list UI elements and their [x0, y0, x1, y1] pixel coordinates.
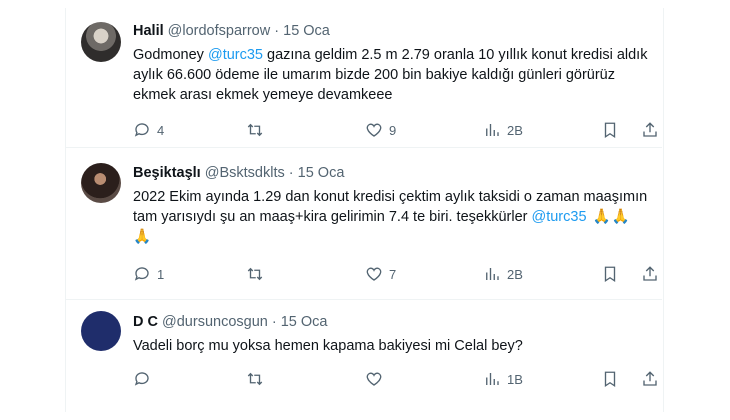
tweet[interactable]: Beşiktaşlı @Bsktsdklts · 15 Oca 2022 Eki…: [65, 147, 662, 300]
bookmark-button[interactable]: [601, 369, 619, 389]
action-bar: 1 7 2B: [133, 264, 657, 284]
reply-icon: [134, 267, 149, 281]
tweet-header: Beşiktaşlı @Bsktsdklts · 15 Oca: [133, 165, 344, 181]
share-icon: [643, 122, 657, 137]
like-count: 7: [389, 266, 397, 282]
avatar[interactable]: [81, 22, 121, 62]
separator-dot: ·: [271, 314, 277, 330]
display-name[interactable]: Halil: [133, 23, 164, 39]
like-button[interactable]: 9: [365, 120, 396, 140]
views-icon: [486, 373, 499, 385]
views-count: 2B: [507, 266, 523, 282]
mention-link[interactable]: @turc35: [532, 209, 587, 225]
retweet-icon: [247, 267, 263, 281]
tweet[interactable]: D C @dursuncosgun · 15 Oca Vadeli borç m…: [65, 299, 662, 412]
display-name[interactable]: Beşiktaşlı: [133, 165, 201, 181]
reply-button[interactable]: 4: [133, 120, 164, 140]
tweet-date[interactable]: 15 Oca: [281, 314, 328, 330]
like-button[interactable]: 7: [365, 264, 396, 284]
reply-icon: [134, 372, 149, 386]
bookmark-button[interactable]: [601, 120, 619, 140]
bookmark-button[interactable]: [601, 264, 619, 284]
like-button[interactable]: [365, 369, 389, 389]
retweet-button[interactable]: [246, 264, 270, 284]
views-icon: [486, 268, 499, 280]
views-count: 2B: [507, 122, 523, 138]
views-button[interactable]: 2B: [483, 264, 523, 284]
display-name[interactable]: D C: [133, 314, 158, 330]
views-count: 1B: [507, 371, 523, 387]
separator-dot: ·: [274, 23, 280, 39]
like-icon: [366, 372, 382, 386]
action-bar: 4 9 2B: [133, 120, 657, 140]
tweet-text-part: Vadeli borç mu yoksa hemen kapama bakiye…: [133, 338, 523, 354]
tweet-text-part: Godmoney: [133, 47, 208, 63]
reply-button[interactable]: [133, 369, 157, 389]
share-button[interactable]: [641, 369, 659, 389]
reply-count: 1: [157, 266, 165, 282]
user-handle[interactable]: @Bsktsdklts: [205, 165, 285, 181]
retweet-icon: [247, 372, 263, 386]
tweet-date[interactable]: 15 Oca: [298, 165, 345, 181]
retweet-icon: [247, 123, 263, 137]
action-bar: 1B: [133, 369, 657, 389]
like-icon: [366, 123, 382, 137]
share-icon: [643, 266, 657, 281]
like-count: 9: [389, 122, 397, 138]
views-button[interactable]: 2B: [483, 120, 523, 140]
mention-link[interactable]: @turc35: [208, 47, 263, 63]
tweet-header: Halil @lordofsparrow · 15 Oca: [133, 23, 330, 39]
bookmark-icon: [604, 122, 616, 139]
tweet-date[interactable]: 15 Oca: [283, 23, 330, 39]
reply-button[interactable]: 1: [133, 264, 164, 284]
share-button[interactable]: [641, 264, 659, 284]
bookmark-icon: [604, 266, 616, 283]
retweet-button[interactable]: [246, 120, 270, 140]
like-icon: [366, 267, 382, 281]
tweet-text: Vadeli borç mu yoksa hemen kapama bakiye…: [133, 336, 648, 356]
tweet-text: 2022 Ekim ayında 1.29 dan konut kredisi …: [133, 187, 648, 247]
user-handle[interactable]: @lordofsparrow: [168, 23, 271, 39]
tweet-header: D C @dursuncosgun · 15 Oca: [133, 314, 327, 330]
views-button[interactable]: 1B: [483, 369, 523, 389]
tweet-text: Godmoney @turc35 gazına geldim 2.5 m 2.7…: [133, 45, 648, 105]
bookmark-icon: [604, 371, 616, 388]
share-button[interactable]: [641, 120, 659, 140]
avatar[interactable]: [81, 311, 121, 351]
separator-dot: ·: [288, 165, 294, 181]
share-icon: [643, 371, 657, 386]
views-icon: [486, 124, 499, 136]
retweet-button[interactable]: [246, 369, 270, 389]
reply-icon: [134, 123, 149, 137]
tweet[interactable]: Halil @lordofsparrow · 15 Oca Godmoney @…: [65, 8, 662, 148]
user-handle[interactable]: @dursuncosgun: [162, 314, 268, 330]
reply-count: 4: [157, 122, 165, 138]
avatar[interactable]: [81, 163, 121, 203]
